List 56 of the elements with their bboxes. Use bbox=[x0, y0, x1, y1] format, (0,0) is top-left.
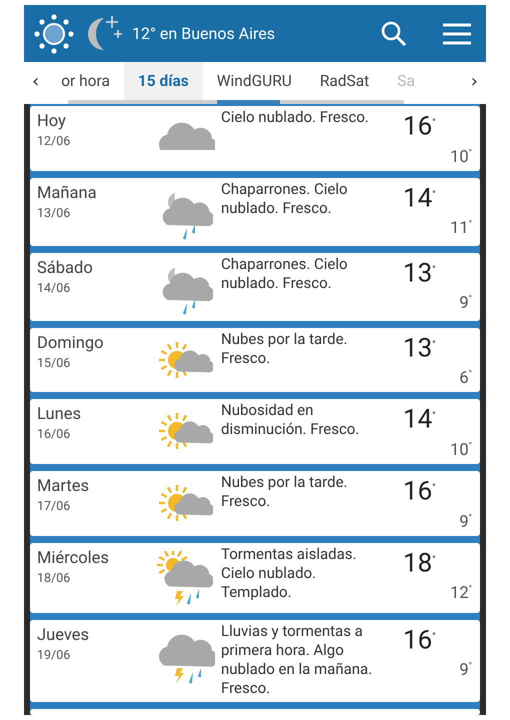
day-name: Lunes bbox=[37, 405, 82, 424]
max-temperature: 16$^{°}$ bbox=[403, 476, 437, 507]
tab[interactable]: 15 días bbox=[124, 62, 203, 100]
day-date: 13/06 bbox=[37, 206, 72, 221]
day-name: Jueves bbox=[37, 626, 90, 645]
tab[interactable]: WindGURU bbox=[202, 62, 306, 100]
weather-description: Chaparrones. Cielo nublado. Fresco. bbox=[221, 254, 349, 294]
day-date: 15/06 bbox=[37, 356, 72, 371]
tab[interactable]: RadSat bbox=[306, 62, 384, 100]
day-name: Martes bbox=[37, 476, 90, 496]
tab[interactable]: or hora bbox=[47, 62, 124, 100]
max-temperature: 14$^{°}$ bbox=[403, 404, 437, 435]
weather-description: Nubes por la tarde. Fresco. bbox=[221, 472, 348, 512]
day-date: 12/06 bbox=[37, 134, 72, 149]
forecast-card[interactable]: Hoy 12/06 Cielo nublado. Fresco. 16$^{°}$ 10$^{°}$ bbox=[30, 106, 480, 171]
forecast-card[interactable]: Miércoles 18/06 Tormentas aisladas. Cielo nublado. Templado. 18$^{°}$ 12$^{°}$ bbox=[30, 542, 480, 613]
min-temperature: 11$^{°}$ bbox=[450, 219, 472, 238]
forecast-card[interactable]: Martes 17/06 Nubes por la tarde. Fresco. 16$^{°}$ 9$^{°}$ bbox=[30, 470, 480, 536]
weather-description: Chaparrones. Cielo nublado. Fresco. bbox=[221, 180, 349, 219]
sun-icon bbox=[32, 12, 76, 56]
weather-description: Cielo nublado. Fresco. bbox=[221, 108, 370, 128]
day-name: Mañana bbox=[37, 184, 98, 203]
min-temperature: 6$^{°}$ bbox=[459, 369, 472, 388]
forecast-card[interactable]: Domingo 15/06 Nubes por la tarde. Fresco. 13$^{°}$ 6$^{°}$ bbox=[30, 328, 480, 392]
forecast-card[interactable]: Mañana 13/06 Chaparrones. Cielo nublado. Fresco. 14$^{°}$ 11$^{°}$ bbox=[30, 178, 480, 246]
day-date: 17/06 bbox=[37, 498, 72, 514]
header-title: 12° en Buenos Aires bbox=[132, 24, 276, 43]
min-temperature: 10$^{°}$ bbox=[450, 148, 472, 167]
day-name: Hoy bbox=[37, 112, 67, 131]
min-temperature: 12$^{°}$ bbox=[450, 584, 472, 604]
max-temperature: 13$^{°}$ bbox=[403, 257, 437, 288]
day-date: 18/06 bbox=[37, 570, 72, 586]
menu-button[interactable] bbox=[442, 22, 472, 46]
max-temperature: 16$^{°}$ bbox=[403, 624, 437, 656]
max-temperature: 13$^{°}$ bbox=[403, 332, 437, 364]
max-temperature: 16$^{°}$ bbox=[403, 110, 437, 142]
search-button[interactable] bbox=[380, 20, 408, 48]
day-name: Domingo bbox=[37, 334, 105, 353]
weather-description: Lluvias y tormentas a primera hora. Algo nublado en la mañana. Fresco. bbox=[221, 622, 374, 698]
weather-description: Nubosidad en disminución. Fresco. bbox=[221, 401, 360, 440]
day-name: Sábado bbox=[37, 258, 94, 278]
forecast-card[interactable]: Sábado 14/06 Chaparrones. Cielo nublado. Fresco. 13$^{°}$ 9$^{°}$ bbox=[30, 252, 480, 321]
min-temperature: 9$^{°}$ bbox=[459, 294, 472, 314]
weather-description: Nubes por la tarde. Fresco. bbox=[221, 330, 348, 369]
forecast-card[interactable]: Lunes 16/06 Nubosidad en disminución. Fresco. 14$^{°}$ 10$^{°}$ bbox=[30, 399, 480, 464]
min-temperature: 9$^{°}$ bbox=[459, 512, 472, 532]
max-temperature: 14$^{°}$ bbox=[403, 182, 437, 214]
day-date: 14/06 bbox=[37, 280, 72, 296]
day-name: Miércoles bbox=[37, 548, 110, 568]
day-date: 16/06 bbox=[37, 427, 72, 442]
min-temperature: 9$^{°}$ bbox=[459, 661, 472, 680]
forecast-card[interactable]: Jueves 19/06 Lluvias y tormentas a primera hora. Algo nublado en la mañana. Fresco. 16$^{°}$ 9$^{°}$ bbox=[30, 620, 480, 702]
min-temperature: 10$^{°}$ bbox=[450, 440, 472, 460]
weather-description: Tormentas aisladas. Cielo nublado. Templado. bbox=[221, 544, 358, 603]
day-date: 19/06 bbox=[37, 648, 72, 663]
max-temperature: 18$^{°}$ bbox=[403, 547, 437, 578]
